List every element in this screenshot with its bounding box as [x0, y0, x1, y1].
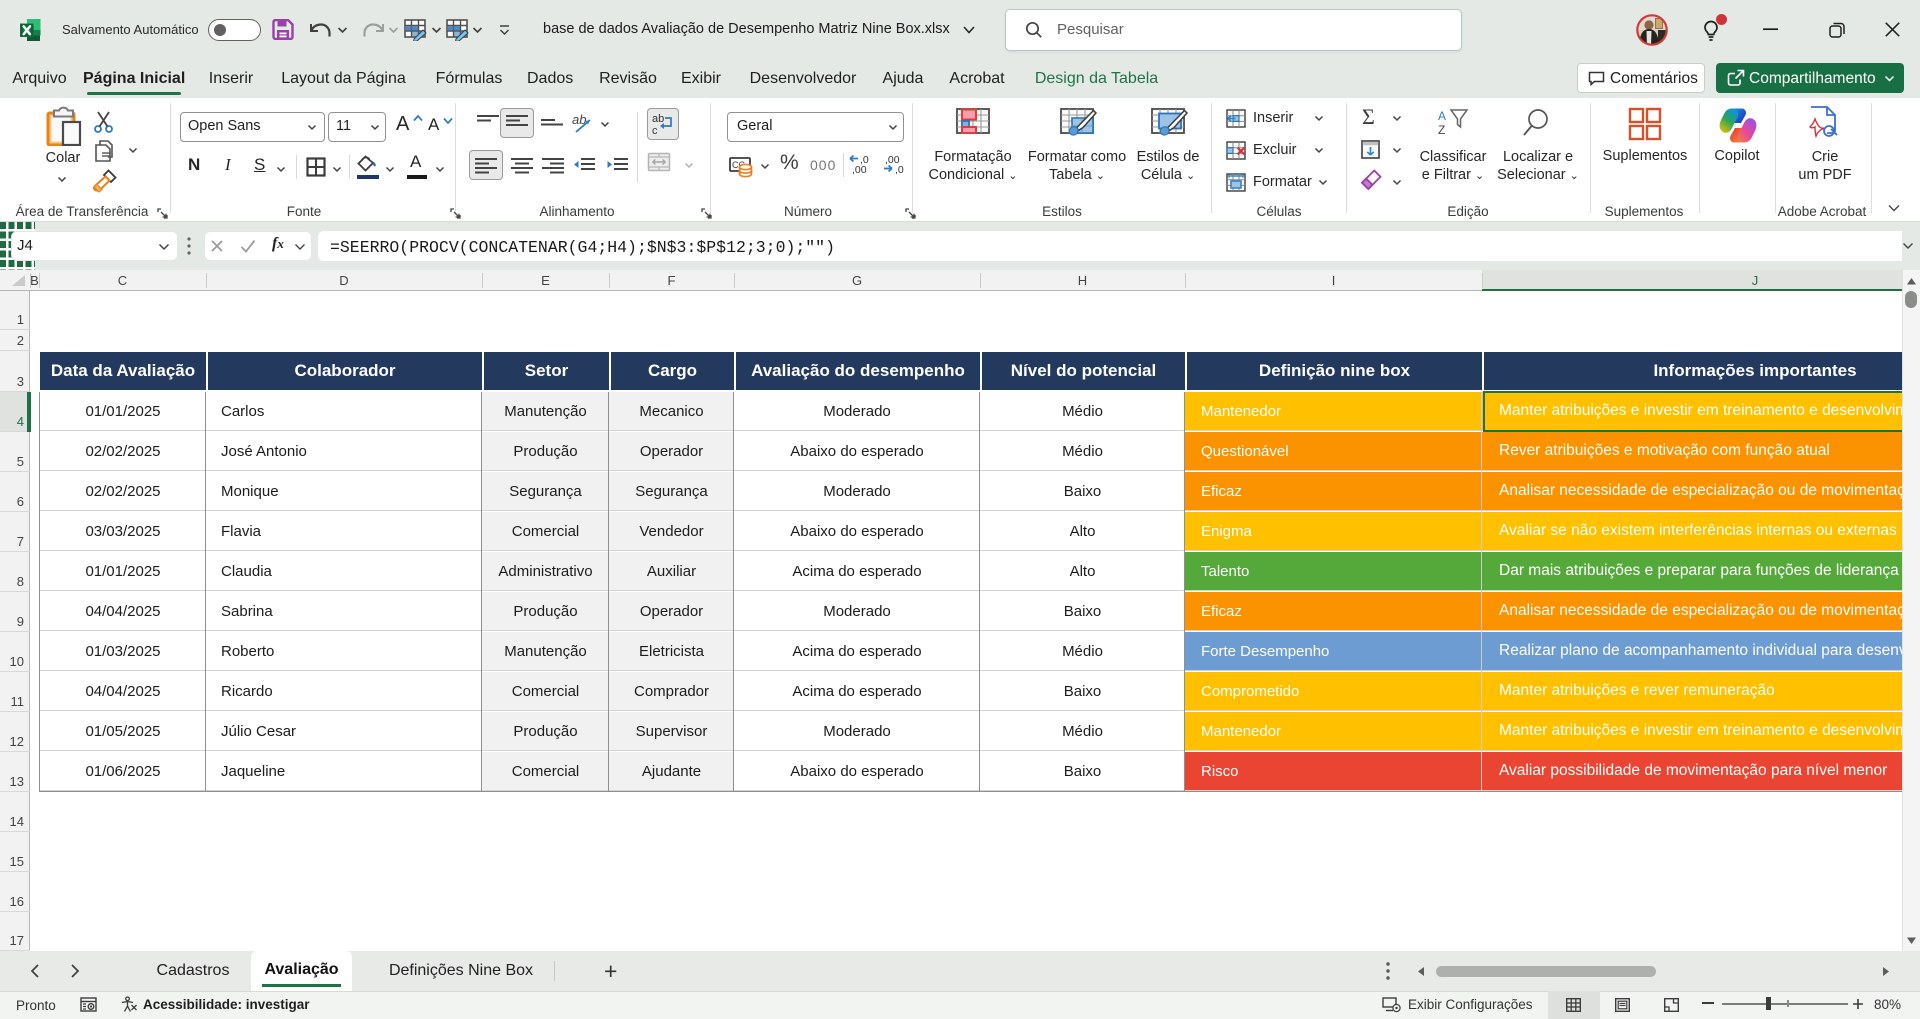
svg-text:ab: ab: [652, 113, 664, 125]
svg-text:A: A: [1438, 109, 1446, 123]
svg-text:,00: ,00: [852, 164, 867, 175]
svg-text:c: c: [652, 125, 658, 136]
svg-text:Z: Z: [1438, 123, 1445, 137]
